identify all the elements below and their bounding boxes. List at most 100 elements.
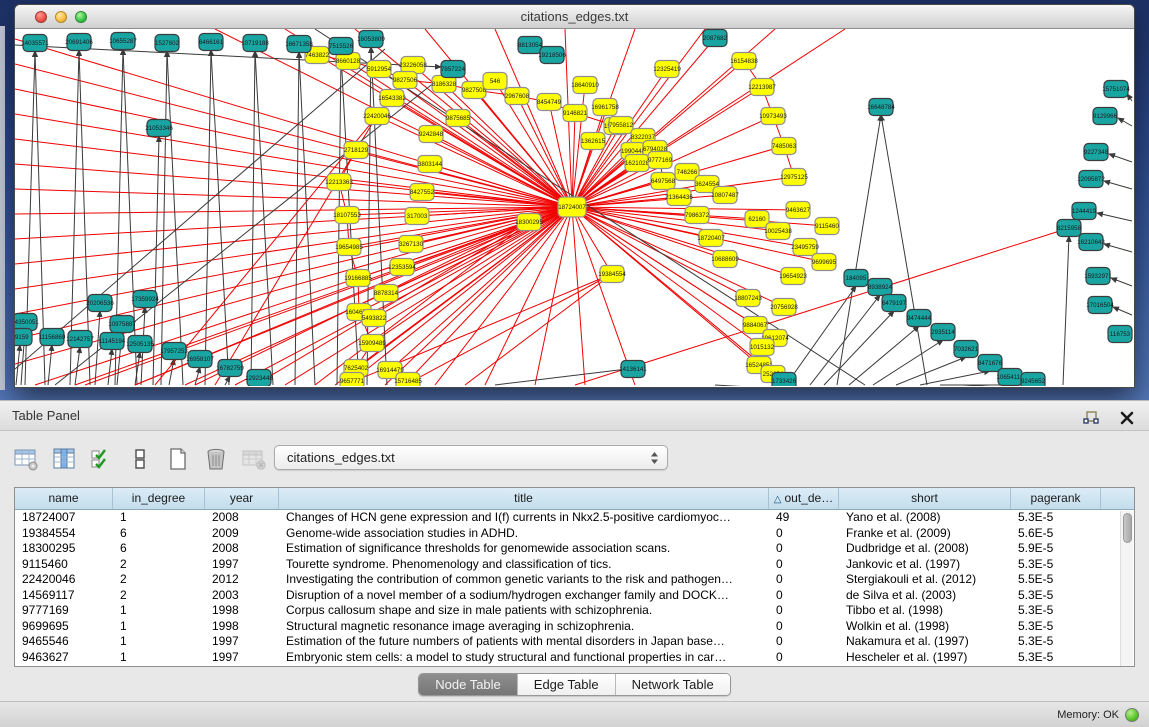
column-header-title[interactable]: title bbox=[279, 488, 769, 509]
graph-node[interactable]: 9463627 bbox=[786, 202, 811, 219]
table-row[interactable]: 911546021997Tourette syndrome. Phenomeno… bbox=[15, 557, 1134, 573]
table-row[interactable]: 2242004622012Investigating the contribut… bbox=[15, 572, 1134, 588]
graph-node[interactable]: 9245652 bbox=[1021, 373, 1046, 387]
graph-node[interactable]: 39159 bbox=[15, 329, 32, 346]
graph-node[interactable]: 12095872 bbox=[1077, 171, 1105, 188]
graph-node[interactable]: 17957253 bbox=[160, 343, 188, 360]
graph-node[interactable]: 18640910 bbox=[571, 77, 599, 94]
table-scrollbar[interactable] bbox=[1120, 511, 1133, 666]
graph-node[interactable]: 8471676 bbox=[978, 355, 1003, 372]
graph-node[interactable]: 20206536 bbox=[86, 295, 114, 312]
graph-node[interactable]: 20756928 bbox=[770, 299, 798, 316]
column-header-filler[interactable] bbox=[1101, 488, 1134, 509]
graph-node[interactable]: 17359924 bbox=[131, 291, 159, 308]
graph-node[interactable]: 12975125 bbox=[780, 169, 808, 186]
tab-edge-table[interactable]: Edge Table bbox=[518, 674, 616, 695]
graph-node[interactable]: 9699695 bbox=[812, 254, 837, 271]
table-row[interactable]: 1456911722003Disruption of a novel membe… bbox=[15, 588, 1134, 604]
table-mode-icon[interactable] bbox=[14, 447, 38, 471]
graph-node[interactable]: 10975887 bbox=[108, 316, 136, 333]
column-header-short[interactable]: short bbox=[839, 488, 1011, 509]
graph-node[interactable]: 3267130 bbox=[399, 236, 424, 253]
column-visibility-icon[interactable] bbox=[52, 447, 76, 471]
graph-node[interactable]: 14035571 bbox=[21, 35, 49, 52]
graph-node[interactable]: 9146821 bbox=[563, 105, 588, 122]
graph-node[interactable]: 5493822 bbox=[362, 310, 387, 327]
graph-node[interactable]: 15909489 bbox=[358, 335, 386, 352]
table-scrollbar-thumb[interactable] bbox=[1123, 513, 1132, 543]
graph-node[interactable]: 12505135 bbox=[126, 336, 154, 353]
graph-node[interactable]: 1362615 bbox=[581, 133, 606, 150]
tab-node-table[interactable]: Node Table bbox=[419, 674, 518, 695]
graph-node[interactable]: 8454749 bbox=[537, 94, 562, 111]
graph-node[interactable]: 12213363 bbox=[325, 174, 353, 191]
table-selector-dropdown[interactable]: citations_edges.txt bbox=[274, 445, 668, 470]
graph-node[interactable]: 1015132 bbox=[750, 339, 775, 356]
column-header-year[interactable]: year bbox=[205, 488, 279, 509]
graph-node[interactable]: 15932971 bbox=[1084, 268, 1112, 285]
column-header-name[interactable]: name bbox=[15, 488, 113, 509]
select-all-icon[interactable] bbox=[90, 447, 114, 471]
column-header-pagerank[interactable]: pagerank bbox=[1011, 488, 1101, 509]
column-header-in_degree[interactable]: in_degree bbox=[113, 488, 205, 509]
graph-node[interactable]: 9227348 bbox=[1084, 144, 1109, 161]
graph-node[interactable]: 23495759 bbox=[791, 239, 819, 256]
graph-node[interactable]: 9777169 bbox=[648, 152, 673, 169]
graph-node[interactable]: 17016504 bbox=[1086, 297, 1114, 314]
graph-node[interactable]: 18107553 bbox=[333, 207, 361, 224]
graph-node[interactable]: 19166885 bbox=[344, 270, 372, 287]
graph-node[interactable]: 12353594 bbox=[388, 259, 416, 276]
graph-node[interactable]: 14136141 bbox=[619, 361, 647, 378]
graph-node[interactable]: 2718129 bbox=[344, 142, 369, 159]
graph-node[interactable]: 12142757 bbox=[66, 331, 94, 348]
graph-node[interactable]: 16782759 bbox=[216, 360, 244, 377]
graph-node[interactable]: 18300295 bbox=[515, 214, 543, 231]
table-row[interactable]: 1830029562008Estimation of significance … bbox=[15, 541, 1134, 557]
graph-node[interactable]: 10688609 bbox=[711, 251, 739, 268]
graph-node[interactable]: 9115460 bbox=[815, 218, 839, 235]
graph-node[interactable]: 546 bbox=[483, 73, 507, 90]
graph-node[interactable]: 16961758 bbox=[591, 99, 619, 116]
graph-node[interactable]: 18807243 bbox=[734, 290, 762, 307]
graph-node[interactable]: 8427552 bbox=[410, 184, 435, 201]
graph-node[interactable]: 19218506 bbox=[538, 47, 566, 64]
graph-node[interactable]: 7485063 bbox=[772, 138, 797, 155]
table-row[interactable]: 969969511998Structural magnetic resonanc… bbox=[15, 619, 1134, 635]
graph-node[interactable]: 2087682 bbox=[703, 30, 728, 47]
table-row[interactable]: 1872400712008Changes of HCN gene express… bbox=[15, 510, 1134, 526]
graph-node[interactable]: 5912954 bbox=[367, 61, 392, 78]
graph-node[interactable]: 7857224 bbox=[441, 61, 466, 78]
graph-node[interactable]: 317003 bbox=[405, 208, 429, 225]
graph-node[interactable]: 18720407 bbox=[697, 230, 725, 247]
graph-node[interactable]: 8878314 bbox=[374, 285, 399, 302]
graph-node[interactable]: 9657771 bbox=[340, 373, 365, 387]
graph-node[interactable]: 21364436 bbox=[665, 189, 693, 206]
graph-node[interactable]: 6466161 bbox=[199, 34, 224, 51]
graph-node[interactable]: 20691406 bbox=[65, 34, 93, 51]
graph-node[interactable]: 11145194 bbox=[99, 333, 126, 350]
float-panel-icon[interactable] bbox=[1079, 406, 1103, 430]
graph-node[interactable]: 8813054 bbox=[518, 37, 543, 54]
graph-node[interactable]: 22420046 bbox=[363, 108, 391, 125]
graph-node[interactable]: 9474444 bbox=[907, 310, 932, 327]
graph-node[interactable]: 2967608 bbox=[505, 88, 530, 105]
graph-node[interactable]: 16053809 bbox=[357, 31, 385, 48]
graph-node[interactable]: 8938924 bbox=[868, 279, 893, 296]
graph-node[interactable]: 8215958 bbox=[1057, 220, 1082, 237]
graph-node[interactable]: 1733426 bbox=[772, 373, 797, 387]
graph-node[interactable]: 9827506 bbox=[393, 72, 418, 89]
graph-node[interactable]: 2935114 bbox=[931, 324, 955, 341]
graph-node[interactable]: 21053346 bbox=[145, 120, 173, 137]
tab-network-table[interactable]: Network Table bbox=[616, 674, 730, 695]
graph-node[interactable]: 1621028 bbox=[625, 155, 650, 172]
graph-node[interactable]: 16210643 bbox=[1077, 234, 1105, 251]
graph-node-hub[interactable]: 18724007 bbox=[558, 197, 586, 217]
network-view-canvas[interactable]: 1872400774638228660128591295423226058982… bbox=[15, 29, 1134, 386]
column-header-out_de…[interactable]: △out_de… bbox=[769, 488, 839, 509]
table-header-row[interactable]: namein_degreeyeartitle△out_de…shortpager… bbox=[15, 488, 1134, 510]
graph-node[interactable]: 7032621 bbox=[954, 341, 979, 358]
graph-node[interactable]: 7955812 bbox=[609, 117, 634, 134]
graph-node[interactable]: 10807487 bbox=[711, 187, 739, 204]
graph-node[interactable]: 1527602 bbox=[155, 35, 180, 52]
graph-node[interactable]: 19384554 bbox=[598, 266, 626, 283]
